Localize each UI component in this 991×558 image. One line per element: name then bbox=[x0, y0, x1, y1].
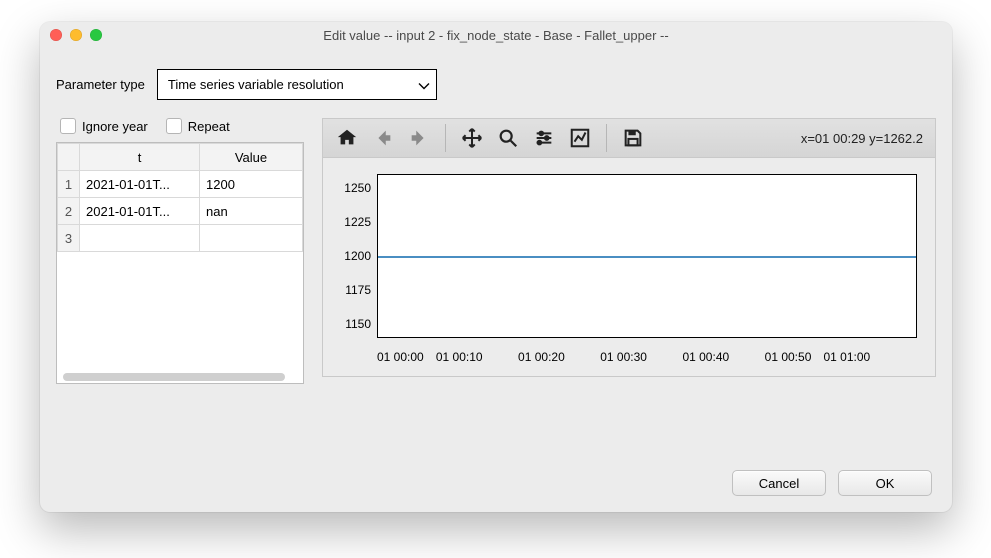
repeat-checkbox[interactable]: Repeat bbox=[166, 118, 230, 134]
x-tick-label: 01 00:30 bbox=[600, 350, 647, 364]
save-icon[interactable] bbox=[617, 122, 649, 154]
parameter-type-label: Parameter type bbox=[56, 77, 145, 92]
configure-subplots-icon[interactable] bbox=[528, 122, 560, 154]
ignore-year-checkbox[interactable]: Ignore year bbox=[60, 118, 148, 134]
y-tick-label: 1150 bbox=[345, 317, 371, 331]
table-row[interactable]: 1 2021-01-01T... 1200 bbox=[58, 171, 303, 198]
table-row[interactable]: 2 2021-01-01T... nan bbox=[58, 198, 303, 225]
ok-button[interactable]: OK bbox=[838, 470, 932, 496]
parameter-type-value: Time series variable resolution bbox=[168, 77, 344, 92]
row-index: 3 bbox=[58, 225, 80, 252]
plot-toolbar: x=01 00:29 y=1262.2 bbox=[322, 118, 936, 158]
y-tick-label: 1250 bbox=[344, 181, 371, 195]
cell-value[interactable]: 1200 bbox=[200, 171, 303, 198]
minimize-icon[interactable] bbox=[70, 29, 82, 41]
cell-value[interactable]: nan bbox=[200, 198, 303, 225]
cursor-coordinates: x=01 00:29 y=1262.2 bbox=[801, 131, 927, 146]
forward-icon[interactable] bbox=[403, 122, 435, 154]
chevron-down-icon bbox=[418, 80, 430, 95]
cancel-button[interactable]: Cancel bbox=[732, 470, 826, 496]
y-tick-label: 1225 bbox=[344, 215, 371, 229]
pan-icon[interactable] bbox=[456, 122, 488, 154]
x-tick-label: 01 00:20 bbox=[518, 350, 565, 364]
home-icon[interactable] bbox=[331, 122, 363, 154]
zoom-icon[interactable] bbox=[90, 29, 102, 41]
dialog-window: Edit value -- input 2 - fix_node_state -… bbox=[40, 22, 952, 512]
cell-t[interactable] bbox=[80, 225, 200, 252]
data-table[interactable]: t Value 1 2021-01-01T... 1200 bbox=[56, 142, 304, 384]
close-icon[interactable] bbox=[50, 29, 62, 41]
parameter-type-select[interactable]: Time series variable resolution bbox=[157, 69, 437, 100]
back-icon[interactable] bbox=[367, 122, 399, 154]
row-index: 2 bbox=[58, 198, 80, 225]
row-index: 1 bbox=[58, 171, 80, 198]
table-row[interactable]: 3 bbox=[58, 225, 303, 252]
cell-t[interactable]: 2021-01-01T... bbox=[80, 198, 200, 225]
edit-axes-icon[interactable] bbox=[564, 122, 596, 154]
x-tick-label: 01 00:40 bbox=[682, 350, 729, 364]
table-horizontal-scrollbar[interactable] bbox=[57, 371, 303, 383]
cell-value[interactable] bbox=[200, 225, 303, 252]
cell-t[interactable]: 2021-01-01T... bbox=[80, 171, 200, 198]
x-tick-label: 01 00:50 bbox=[765, 350, 812, 364]
window-title: Edit value -- input 2 - fix_node_state -… bbox=[323, 28, 668, 43]
x-tick-label: 01 00:00 bbox=[377, 350, 424, 364]
zoom-rect-icon[interactable] bbox=[492, 122, 524, 154]
titlebar[interactable]: Edit value -- input 2 - fix_node_state -… bbox=[40, 22, 952, 49]
ignore-year-label: Ignore year bbox=[82, 119, 148, 134]
table-header-t[interactable]: t bbox=[80, 144, 200, 171]
table-header-value[interactable]: Value bbox=[200, 144, 303, 171]
x-tick-label: 01 01:00 bbox=[824, 350, 871, 364]
y-tick-label: 1175 bbox=[345, 283, 371, 297]
x-tick-label: 01 00:10 bbox=[436, 350, 483, 364]
table-corner bbox=[58, 144, 80, 171]
chart-area[interactable]: 1150 1175 1200 1225 1250 01 00:00 01 00:10 01 … bbox=[322, 158, 936, 377]
y-tick-label: 1200 bbox=[344, 249, 371, 263]
repeat-label: Repeat bbox=[188, 119, 230, 134]
series-line bbox=[378, 256, 916, 258]
